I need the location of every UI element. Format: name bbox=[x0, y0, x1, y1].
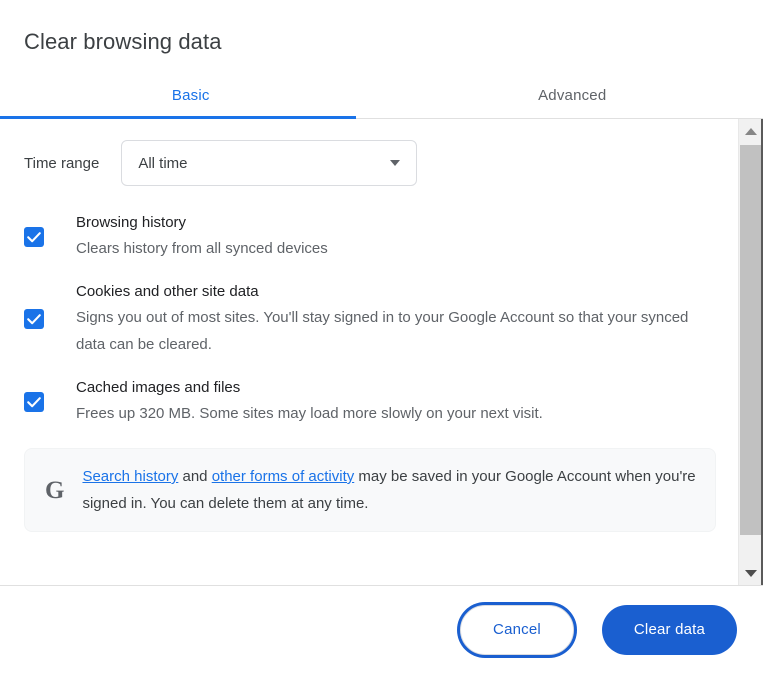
google-account-info-card: G Search history and other forms of acti… bbox=[24, 448, 716, 532]
option-text-block: Cached images and files Frees up 320 MB.… bbox=[76, 376, 543, 427]
clear-data-button-label: Clear data bbox=[633, 621, 706, 638]
vertical-scrollbar[interactable] bbox=[738, 119, 763, 585]
scrollbar-up-button[interactable] bbox=[739, 119, 763, 143]
tab-basic[interactable]: Basic bbox=[0, 72, 382, 118]
checkbox-checked-icon[interactable] bbox=[24, 226, 44, 247]
tab-advanced[interactable]: Advanced bbox=[382, 72, 763, 118]
option-title: Cached images and files bbox=[76, 379, 241, 396]
info-card-text: Search history and other forms of activi… bbox=[82, 463, 699, 517]
search-history-link[interactable]: Search history bbox=[82, 468, 178, 485]
option-description: Frees up 320 MB. Some sites may load mor… bbox=[76, 405, 543, 422]
dialog-title: Clear browsing data bbox=[24, 29, 222, 54]
scroll-up-arrow-icon bbox=[745, 127, 757, 135]
tab-basic-label: Basic bbox=[171, 86, 210, 104]
option-browsing-history[interactable]: Browsing history Clears history from all… bbox=[24, 202, 714, 271]
option-cached-images-files[interactable]: Cached images and files Frees up 320 MB.… bbox=[24, 367, 714, 436]
option-description: Clears history from all synced devices bbox=[76, 240, 328, 257]
scroll-content: Time range All time Browsing history Cle… bbox=[0, 119, 738, 585]
scroll-down-arrow-icon bbox=[745, 569, 757, 577]
option-description: Signs you out of most sites. You'll stay… bbox=[76, 309, 689, 353]
clear-options-list: Browsing history Clears history from all… bbox=[0, 202, 738, 436]
google-g-icon: G bbox=[45, 476, 65, 504]
option-title: Cookies and other site data bbox=[76, 283, 259, 300]
dialog-body: Time range All time Browsing history Cle… bbox=[0, 119, 763, 585]
cancel-button-label: Cancel bbox=[493, 621, 541, 638]
checkbox-checked-icon[interactable] bbox=[24, 391, 44, 412]
time-range-select[interactable]: All time bbox=[121, 140, 418, 186]
chevron-down-icon bbox=[390, 160, 401, 166]
info-text-mid: and bbox=[178, 468, 212, 485]
time-range-selected-value: All time bbox=[138, 154, 188, 172]
scrollbar-thumb[interactable] bbox=[740, 145, 762, 535]
scrollbar-down-button[interactable] bbox=[739, 561, 763, 585]
time-range-label: Time range bbox=[24, 154, 100, 172]
clear-browsing-data-dialog: Clear browsing data Basic Advanced Time … bbox=[0, 0, 763, 673]
other-forms-of-activity-link[interactable]: other forms of activity bbox=[212, 468, 355, 485]
cancel-button[interactable]: Cancel bbox=[460, 604, 574, 655]
checkbox-checked-icon[interactable] bbox=[24, 309, 44, 329]
option-cookies-site-data[interactable]: Cookies and other site data Signs you ou… bbox=[24, 271, 714, 367]
option-text-block: Browsing history Clears history from all… bbox=[76, 211, 328, 262]
clear-data-button[interactable]: Clear data bbox=[602, 604, 737, 655]
option-title: Browsing history bbox=[76, 214, 187, 231]
option-text-block: Cookies and other site data Signs you ou… bbox=[76, 280, 701, 358]
tab-advanced-label: Advanced bbox=[538, 86, 607, 104]
tab-bar: Basic Advanced bbox=[0, 72, 763, 119]
time-range-row: Time range All time bbox=[0, 119, 738, 186]
dialog-footer: Cancel Clear data bbox=[0, 585, 763, 673]
